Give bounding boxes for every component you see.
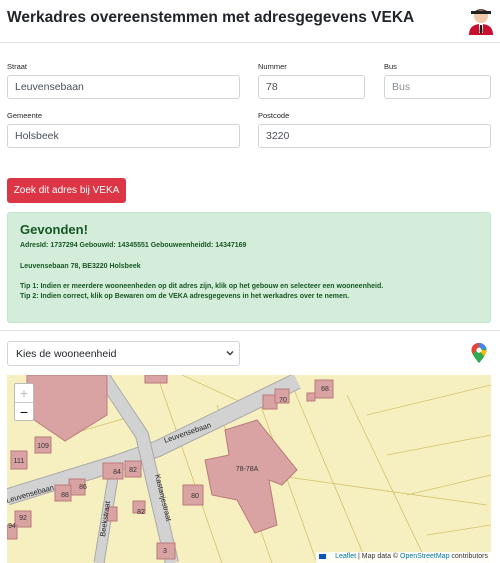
map-house-number: 68 bbox=[321, 386, 329, 393]
page-header: Werkadres overeenstemmen met adresgegeve… bbox=[0, 0, 500, 38]
map-house-number: 3 bbox=[163, 548, 167, 555]
leaflet-link[interactable]: Leaflet bbox=[335, 553, 356, 560]
postcode-input[interactable] bbox=[258, 124, 491, 148]
result-alert: Gevonden! AdresId: 1737294 GebouwId: 143… bbox=[7, 212, 491, 323]
map-attribution: Leaflet | Map data © OpenStreetMap contr… bbox=[316, 552, 491, 563]
attribution-suffix: contributors bbox=[449, 553, 488, 560]
attribution-separator: | Map data © bbox=[356, 553, 401, 560]
result-ids: AdresId: 1737294 GebouwId: 14345551 Gebo… bbox=[20, 242, 247, 249]
gemeente-input[interactable] bbox=[7, 124, 240, 148]
map-house-number: 88 bbox=[61, 492, 69, 499]
header-divider bbox=[0, 42, 500, 43]
result-tip-2: Tip 2: Indien correct, klik op Bewaren o… bbox=[20, 293, 350, 300]
google-maps-icon[interactable] bbox=[471, 343, 487, 363]
nummer-label: Nummer bbox=[258, 62, 287, 71]
map-house-number: 111 bbox=[14, 458, 25, 465]
bus-label: Bus bbox=[384, 62, 397, 71]
wooneenheid-select-value: Kies de wooneenheid bbox=[16, 348, 117, 360]
map-zoom-control: + − bbox=[14, 383, 34, 421]
straat-label: Straat bbox=[7, 62, 28, 71]
map-house-number: 86 bbox=[79, 484, 87, 491]
wooneenheid-select[interactable]: Kies de wooneenheid bbox=[7, 341, 240, 366]
ukraine-flag-icon bbox=[319, 553, 327, 559]
result-tip-1: Tip 1: Indien er meerdere wooneenheden o… bbox=[20, 283, 384, 290]
result-address: Leuvensebaan 78, BE3220 Holsbeek bbox=[20, 263, 141, 270]
chevron-down-icon bbox=[226, 351, 234, 356]
map-canvas[interactable]: Leuvensebaan Leuvensebaan Beekstraat Kas… bbox=[7, 375, 491, 563]
osm-link[interactable]: OpenStreetMap bbox=[400, 553, 449, 560]
zoom-in-button[interactable]: + bbox=[15, 384, 33, 402]
straat-input[interactable] bbox=[7, 75, 240, 99]
map-house-number: 92 bbox=[19, 515, 27, 522]
map-house-number: 84 bbox=[113, 469, 121, 476]
result-title: Gevonden! bbox=[20, 222, 88, 237]
postcode-label: Postcode bbox=[258, 111, 290, 120]
nummer-input[interactable] bbox=[258, 75, 365, 99]
map-house-number: 82 bbox=[129, 467, 137, 474]
page-title: Werkadres overeenstemmen met adresgegeve… bbox=[7, 9, 415, 26]
map-house-number: 80 bbox=[191, 493, 199, 500]
section-divider bbox=[0, 330, 500, 331]
map-house-number: 70 bbox=[279, 397, 287, 404]
zoom-out-button[interactable]: − bbox=[15, 403, 33, 421]
gemeente-label: Gemeente bbox=[7, 111, 43, 120]
map-house-number: 78-78A bbox=[236, 466, 259, 473]
map-view[interactable]: Leuvensebaan Leuvensebaan Beekstraat Kas… bbox=[7, 375, 491, 563]
map-house-number: 109 bbox=[37, 443, 49, 450]
bus-input[interactable] bbox=[384, 75, 491, 99]
user-avatar-icon[interactable] bbox=[465, 4, 497, 36]
map-house-number: 82 bbox=[137, 509, 145, 516]
search-veka-button[interactable]: Zoek dit adres bij VEKA bbox=[7, 178, 126, 203]
map-house-number: 94 bbox=[8, 523, 16, 530]
